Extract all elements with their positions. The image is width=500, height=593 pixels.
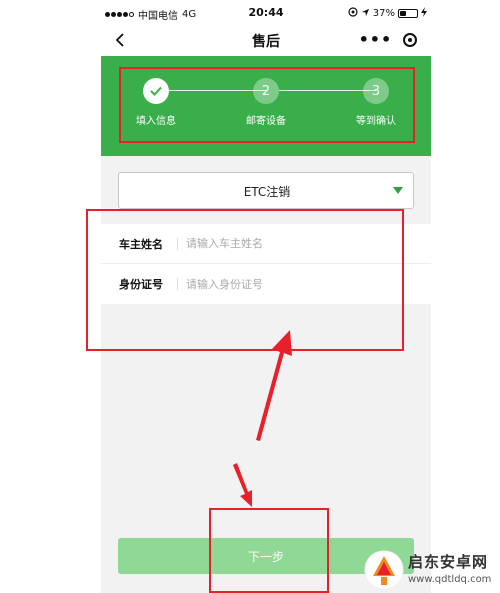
watermark: 启东安卓网 www.qdtldq.com [362,548,500,593]
screenshot-stage: { "status_bar": { "carrier": "中国电信", "ne… [0,0,500,593]
watermark-name: 启东安卓网 [408,553,489,571]
watermark-url: www.qdtldq.com [408,574,492,585]
annotation-arrows [233,330,292,507]
arrow-up-icon [256,330,292,441]
arrow-down-icon [233,463,252,507]
watermark-logo-icon [364,550,404,590]
